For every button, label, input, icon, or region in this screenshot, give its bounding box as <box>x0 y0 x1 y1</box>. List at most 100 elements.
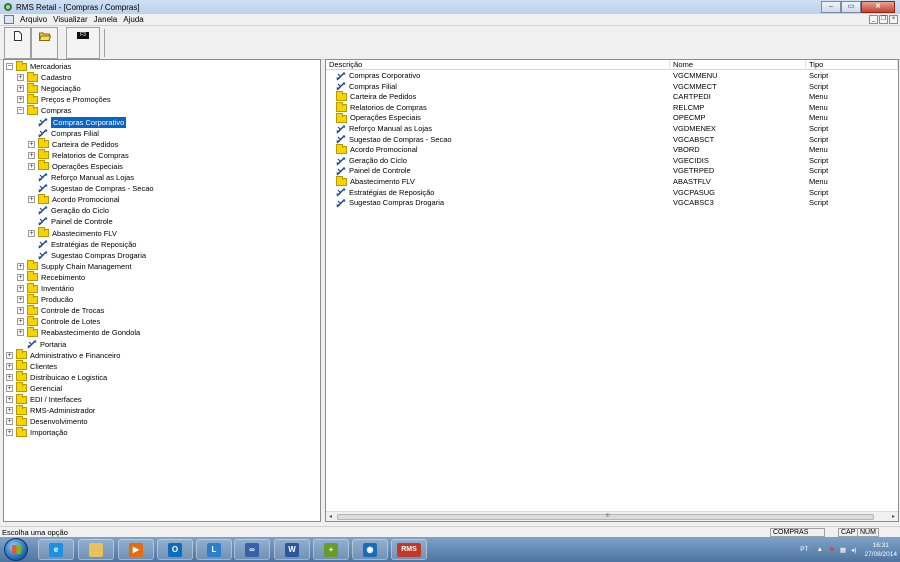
column-header-descricao[interactable]: Descrição <box>326 60 670 70</box>
list-row[interactable]: Compras Filial VGCMMECT Script <box>326 82 898 93</box>
list-row[interactable]: Abastecimento FLV ABASTFLV Menu <box>326 176 898 188</box>
tree-item[interactable]: + Operações Especiais <box>4 160 123 172</box>
network-icon[interactable]: ▦ <box>840 546 846 554</box>
list-row[interactable]: Carteira de Pedidos CARTPEDI Menu <box>326 91 898 103</box>
menu-janela[interactable]: Janela <box>94 15 118 24</box>
tree-item[interactable]: + Preços e Promoções <box>4 93 111 105</box>
tree-item[interactable]: + Cadastro <box>4 71 71 83</box>
menu-visualizar[interactable]: Visualizar <box>53 15 88 24</box>
list-row[interactable]: Sugestao Compras Drogaria VGCABSC3 Script <box>326 198 898 209</box>
minimize-button[interactable]: ‒ <box>821 1 841 13</box>
expand-icon[interactable]: + <box>6 384 13 392</box>
start-button[interactable] <box>4 538 28 561</box>
tray-expand-icon[interactable]: ▲ <box>817 546 823 553</box>
tree-item[interactable]: + Administrativo e Financeiro <box>4 349 120 361</box>
scrollbar-thumb[interactable]: III <box>337 513 874 520</box>
tree-item[interactable]: + Abastecimento FLV <box>4 227 117 239</box>
tree-item[interactable]: Geração do Ciclo <box>4 205 109 216</box>
tree-item[interactable]: Portaria <box>4 339 66 350</box>
menu-arquivo[interactable]: Arquivo <box>20 15 47 24</box>
tree-item[interactable]: + Clientes <box>4 360 57 372</box>
expand-icon[interactable]: + <box>17 96 24 104</box>
column-header-nome[interactable]: Nome <box>670 60 806 70</box>
tree-item[interactable]: + RMS-Administrador <box>4 404 95 416</box>
maximize-button[interactable]: ▭ <box>841 1 861 13</box>
taskbar-app[interactable]: ◉ <box>352 539 388 560</box>
expand-icon[interactable]: + <box>28 151 35 159</box>
tree-item[interactable]: + Inventário <box>4 282 74 294</box>
tree-item[interactable]: + Producão <box>4 293 73 305</box>
tree-item[interactable]: Sugestao de Compras - Secao <box>4 183 154 194</box>
mdi-minimize-button[interactable]: _ <box>869 15 878 24</box>
tree-item[interactable]: Estratégias de Reposição <box>4 239 136 250</box>
menu-ajuda[interactable]: Ajuda <box>123 15 143 24</box>
expand-icon[interactable]: + <box>28 229 35 237</box>
tree-item[interactable]: Compras Filial <box>4 128 99 139</box>
tree-item[interactable]: + Gerencial <box>4 382 62 394</box>
list-row[interactable]: Painel de Controle VGETRPED Script <box>326 166 898 177</box>
list-row[interactable]: Estratégias de Reposição VGCPASUG Script <box>326 188 898 199</box>
horizontal-scrollbar[interactable]: ◂ III ▸ <box>326 511 898 521</box>
tree-item[interactable]: + Negociação <box>4 82 81 94</box>
tree-item[interactable]: + Acordo Promocional <box>4 193 120 205</box>
language-indicator[interactable]: PT <box>800 546 808 553</box>
mdi-close-button[interactable]: × <box>889 15 898 24</box>
taskbar-app[interactable]: L <box>196 539 232 560</box>
expand-icon[interactable]: + <box>28 196 35 204</box>
scroll-left-icon[interactable]: ◂ <box>329 513 332 520</box>
expand-icon[interactable]: + <box>17 285 24 292</box>
expand-icon[interactable]: + <box>17 273 24 281</box>
action-center-icon[interactable]: ⚑ <box>829 546 835 554</box>
tree-item[interactable]: + Reabastecimento de Gondola <box>4 326 140 338</box>
tree-item[interactable]: + Desenvolvimento <box>4 415 88 427</box>
list-row[interactable]: Geração do Ciclo VGECIDIS Script <box>326 156 898 167</box>
tree-item[interactable]: Reforço Manual as Lojas <box>4 172 134 183</box>
list-row[interactable]: Relatorios de Compras RELCMP Menu <box>326 102 898 114</box>
expand-icon[interactable]: + <box>17 74 24 82</box>
tree-item[interactable]: − Mercadorias <box>4 60 71 72</box>
taskbar-app[interactable]: e <box>38 539 74 560</box>
expand-icon[interactable]: + <box>17 262 24 270</box>
expand-icon[interactable]: + <box>6 396 13 403</box>
tree-item[interactable]: + Controle de Lotes <box>4 315 100 327</box>
f3-button[interactable]: F3 <box>66 27 100 59</box>
tree-item[interactable]: Sugestao Compras Drogaria <box>4 250 146 261</box>
tree-item[interactable]: Compras Corporativo <box>4 116 127 128</box>
volume-icon[interactable]: ◂) <box>851 546 856 554</box>
taskbar-app[interactable]: O <box>157 539 193 560</box>
expand-icon[interactable]: + <box>17 296 24 304</box>
expand-icon[interactable]: + <box>6 407 13 415</box>
tree-item[interactable]: + Supply Chain Management <box>4 260 131 272</box>
taskbar-app[interactable]: W <box>274 539 310 560</box>
taskbar-app[interactable]: + <box>313 539 349 560</box>
new-button[interactable] <box>4 27 31 59</box>
column-header-tipo[interactable]: Tipo <box>806 60 898 70</box>
expand-icon[interactable]: + <box>6 351 13 359</box>
list-row[interactable]: Operações Especiais OPECMP Menu <box>326 112 898 124</box>
close-button[interactable]: ✕ <box>861 1 895 13</box>
tree-item[interactable]: + Distribuicao e Logistica <box>4 371 107 383</box>
list-row[interactable]: Reforço Manual as Lojas VGDMENEX Script <box>326 124 898 135</box>
taskbar-app[interactable] <box>78 539 114 560</box>
mdi-restore-button[interactable]: ❐ <box>879 15 888 24</box>
navigation-tree[interactable]: − Mercadorias + Cadastro + Negociação + Preços … <box>3 59 321 522</box>
collapse-icon[interactable]: − <box>6 63 13 70</box>
expand-icon[interactable]: + <box>6 362 13 370</box>
taskbar-app[interactable]: RMS <box>391 539 427 560</box>
list-row[interactable]: Acordo Promocional VBORD Menu <box>326 144 898 156</box>
expand-icon[interactable]: + <box>17 318 24 326</box>
scroll-right-icon[interactable]: ▸ <box>892 513 895 520</box>
tree-item[interactable]: + Relatorios de Compras <box>4 149 129 161</box>
expand-icon[interactable]: + <box>17 307 24 315</box>
expand-icon[interactable]: + <box>28 162 35 170</box>
expand-icon[interactable]: + <box>6 429 13 437</box>
open-button[interactable] <box>31 27 58 59</box>
list-row[interactable]: Sugestao de Compras - Secao VGCABSCT Scrip… <box>326 135 898 146</box>
expand-icon[interactable]: + <box>6 373 13 381</box>
tree-item[interactable]: Painel de Controle <box>4 216 113 227</box>
tree-item[interactable]: − Compras <box>4 104 71 116</box>
expand-icon[interactable]: + <box>28 140 35 148</box>
collapse-icon[interactable]: − <box>17 107 24 115</box>
tree-item[interactable]: + Carteira de Pedidos <box>4 138 118 150</box>
mdi-document-icon[interactable] <box>4 15 14 24</box>
